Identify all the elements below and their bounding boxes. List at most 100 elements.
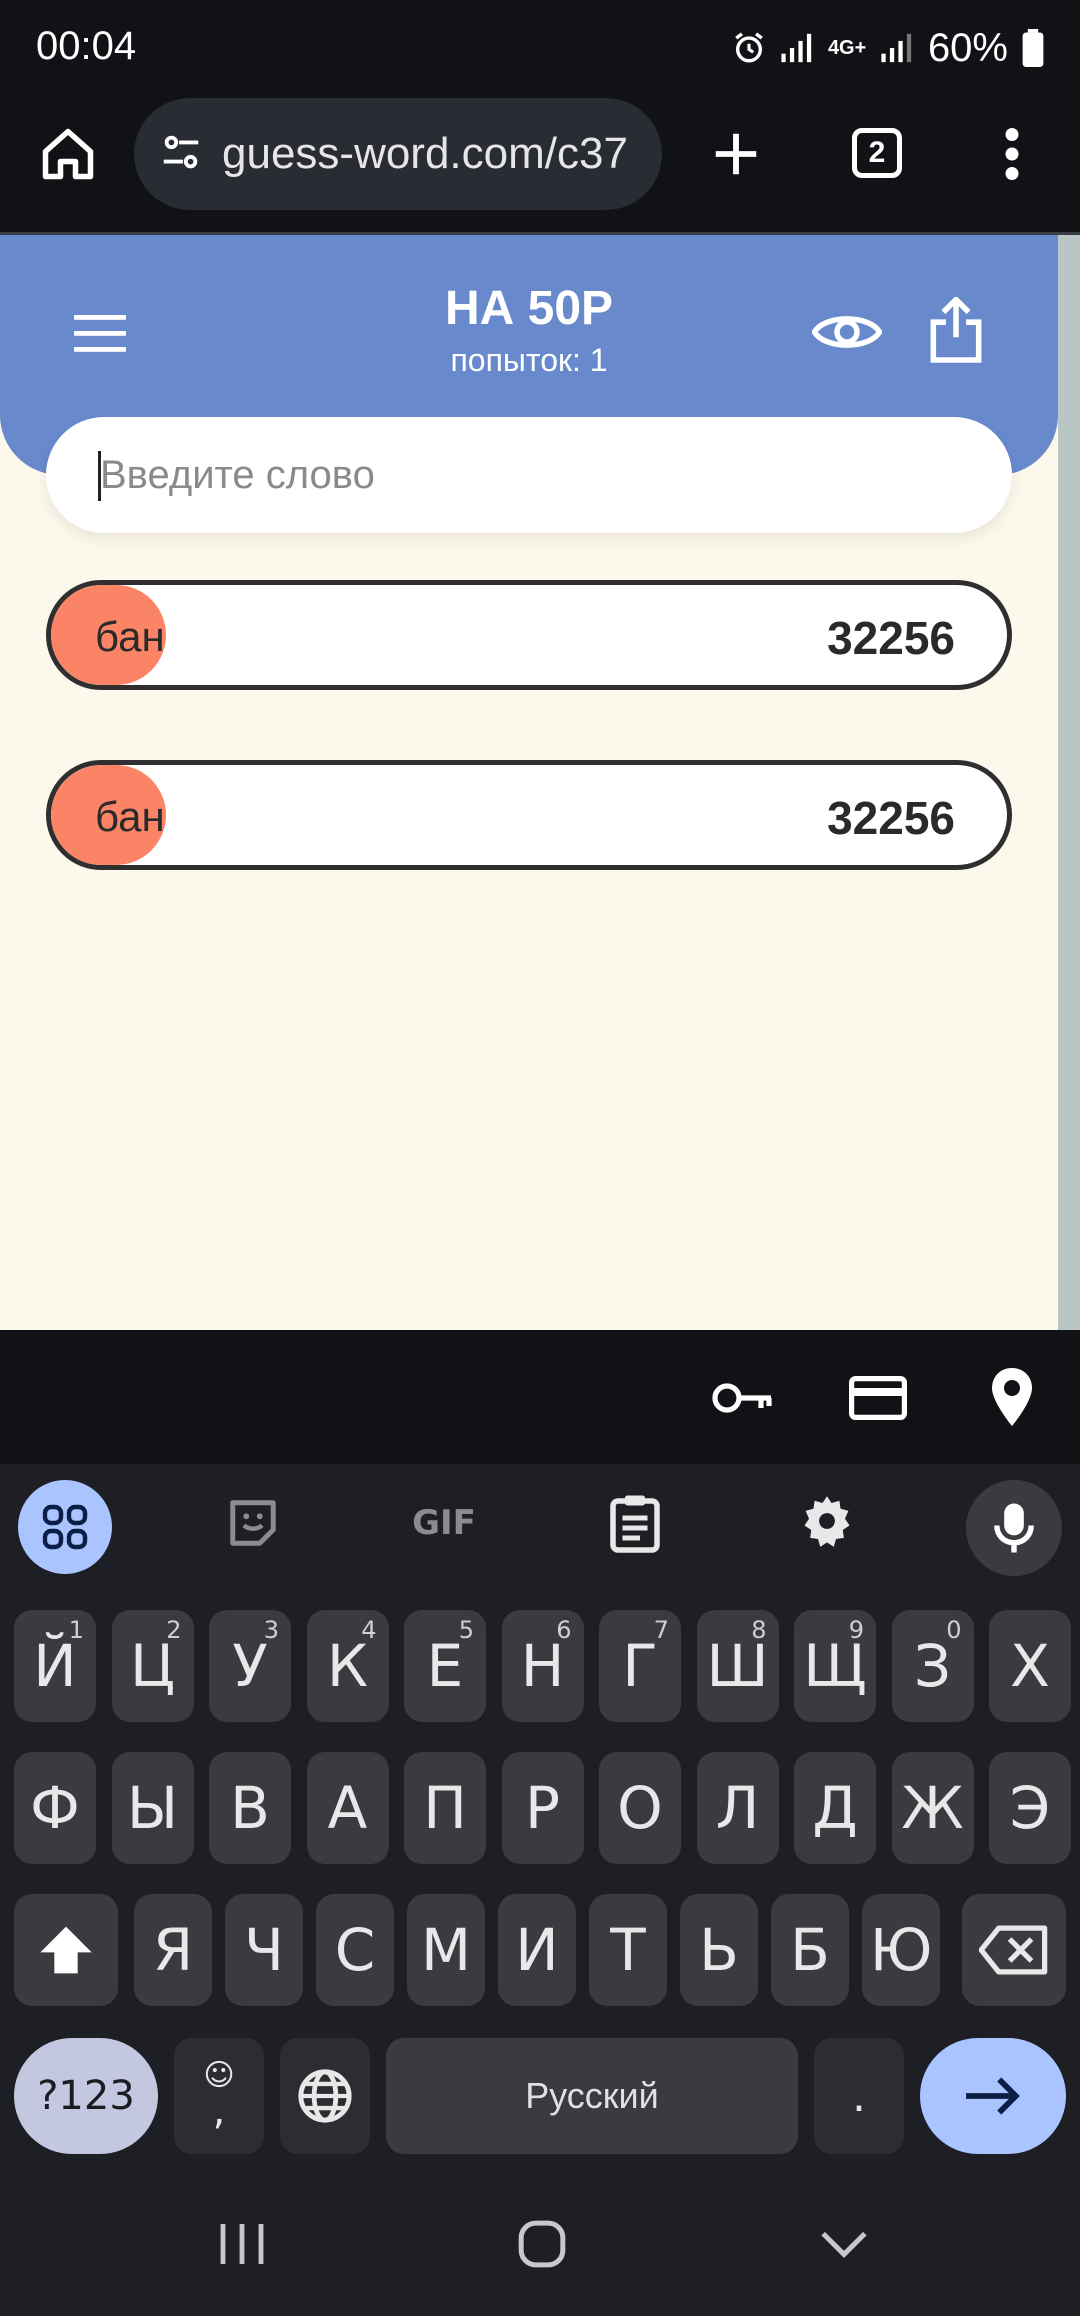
- period-key[interactable]: .: [814, 2038, 904, 2154]
- key[interactable]: Б: [771, 1894, 849, 2006]
- tabs-count: 2: [852, 128, 902, 178]
- site-settings-icon[interactable]: [158, 129, 204, 180]
- battery-icon: [1022, 29, 1044, 67]
- key[interactable]: И: [498, 1894, 576, 2006]
- key-hint: 7: [653, 1616, 669, 1644]
- key[interactable]: У3: [209, 1610, 291, 1722]
- key[interactable]: С: [316, 1894, 394, 2006]
- key[interactable]: П: [404, 1752, 486, 1864]
- settings-gear-icon[interactable]: [794, 1488, 860, 1554]
- home-nav-icon[interactable]: [510, 2212, 574, 2276]
- location-pin-icon[interactable]: [986, 1362, 1038, 1432]
- credit-card-icon[interactable]: [846, 1370, 910, 1426]
- key[interactable]: Г7: [599, 1610, 681, 1722]
- space-key[interactable]: Русский: [386, 2038, 798, 2154]
- title-block: НА 50Р попыток: 1: [0, 281, 1058, 379]
- key[interactable]: Я: [134, 1894, 212, 2006]
- text-caret: [98, 451, 101, 501]
- key-hint: 1: [68, 1616, 84, 1644]
- alarm-icon: [732, 31, 766, 65]
- battery-percent: 60%: [927, 25, 1008, 70]
- key[interactable]: Л: [696, 1752, 779, 1864]
- key[interactable]: Д: [794, 1752, 876, 1864]
- emoji-icon: ☺: [203, 2058, 235, 2093]
- key[interactable]: Ч: [225, 1894, 303, 2006]
- signal-icon-2: [880, 33, 914, 63]
- guess-score: 32256: [827, 792, 955, 844]
- key-label: У: [232, 1632, 268, 1700]
- comma-label: ,: [212, 2088, 226, 2134]
- key[interactable]: К4: [306, 1610, 389, 1722]
- web-page: НА 50Р попыток: 1 бан 32256 бан 32256: [0, 235, 1058, 1330]
- emoji-comma-key[interactable]: ☺ ,: [174, 2038, 264, 2154]
- clipboard-icon[interactable]: [604, 1488, 666, 1558]
- key[interactable]: Ц2: [111, 1610, 194, 1722]
- word-input[interactable]: [100, 452, 960, 498]
- key-hint: 8: [751, 1616, 767, 1644]
- key[interactable]: А: [306, 1752, 389, 1864]
- key[interactable]: Ы: [111, 1752, 194, 1864]
- key[interactable]: Н6: [501, 1610, 584, 1722]
- more-options-icon[interactable]: [996, 122, 1028, 186]
- tab-switcher-button[interactable]: 2: [852, 128, 902, 178]
- symbols-key[interactable]: ?123: [14, 2038, 158, 2154]
- url-text[interactable]: guess-word.com/c37: [222, 129, 628, 179]
- key[interactable]: Ж: [891, 1752, 974, 1864]
- key[interactable]: Ф: [14, 1752, 96, 1864]
- key-hint: 5: [458, 1616, 474, 1644]
- status-icons: 4G+ 60%: [732, 24, 1044, 72]
- game-title: НА 50Р: [444, 282, 614, 335]
- key[interactable]: Е5: [404, 1610, 486, 1722]
- key[interactable]: Ю: [862, 1894, 940, 2006]
- key[interactable]: М: [407, 1894, 485, 2006]
- status-time: 00:04: [36, 24, 137, 68]
- key-hint: 4: [361, 1616, 377, 1644]
- key-icon[interactable]: [708, 1370, 778, 1426]
- microphone-icon[interactable]: [966, 1480, 1062, 1576]
- autofill-bar: [0, 1330, 1080, 1464]
- sticker-icon[interactable]: [222, 1492, 284, 1554]
- status-bar: 00:04 4G+ 60%: [0, 0, 1080, 96]
- browser-toolbar: guess-word.com/c37 2: [0, 96, 1080, 234]
- guess-row: бан 32256: [46, 580, 1012, 690]
- key[interactable]: Ь: [680, 1894, 758, 2006]
- key[interactable]: Р: [501, 1752, 584, 1864]
- key[interactable]: Х: [989, 1610, 1071, 1722]
- key[interactable]: О: [599, 1752, 681, 1864]
- share-icon[interactable]: [928, 295, 984, 370]
- key-hint: 3: [263, 1616, 279, 1644]
- key-hint: 2: [166, 1616, 182, 1644]
- guess-score: 32256: [827, 612, 955, 664]
- space-label: Русский: [525, 2075, 659, 2116]
- recent-apps-icon[interactable]: [210, 2212, 274, 2276]
- key-hint: 6: [556, 1616, 572, 1644]
- key-label: Х: [1010, 1632, 1050, 1700]
- key-label: Г: [622, 1632, 658, 1700]
- apps-grid-icon[interactable]: [18, 1480, 112, 1574]
- home-icon[interactable]: [36, 122, 100, 186]
- key-hint: 0: [946, 1616, 962, 1644]
- attempts-counter: попыток: 1: [450, 342, 608, 378]
- backspace-key[interactable]: [962, 1894, 1066, 2006]
- eye-icon[interactable]: [811, 307, 883, 362]
- address-bar[interactable]: guess-word.com/c37: [134, 98, 662, 210]
- word-input-box[interactable]: [46, 417, 1012, 533]
- page-scrollbar[interactable]: [1058, 235, 1080, 1330]
- key[interactable]: З0: [891, 1610, 974, 1722]
- enter-key[interactable]: [920, 2038, 1066, 2154]
- key[interactable]: Й1: [14, 1610, 96, 1722]
- key[interactable]: Ш8: [696, 1610, 779, 1722]
- gif-button[interactable]: GIF: [404, 1492, 484, 1554]
- key[interactable]: Т: [589, 1894, 667, 2006]
- system-nav-bar: [0, 2186, 1080, 2316]
- new-tab-icon[interactable]: [704, 122, 768, 186]
- key[interactable]: В: [209, 1752, 291, 1864]
- key-hint: 9: [848, 1616, 864, 1644]
- key[interactable]: Э: [989, 1752, 1071, 1864]
- hide-keyboard-icon[interactable]: [812, 2212, 876, 2276]
- signal-icon: [780, 33, 814, 63]
- language-key[interactable]: [280, 2038, 370, 2154]
- key[interactable]: Щ9: [794, 1610, 876, 1722]
- shift-key[interactable]: [14, 1894, 118, 2006]
- guess-word: бан: [95, 613, 165, 660]
